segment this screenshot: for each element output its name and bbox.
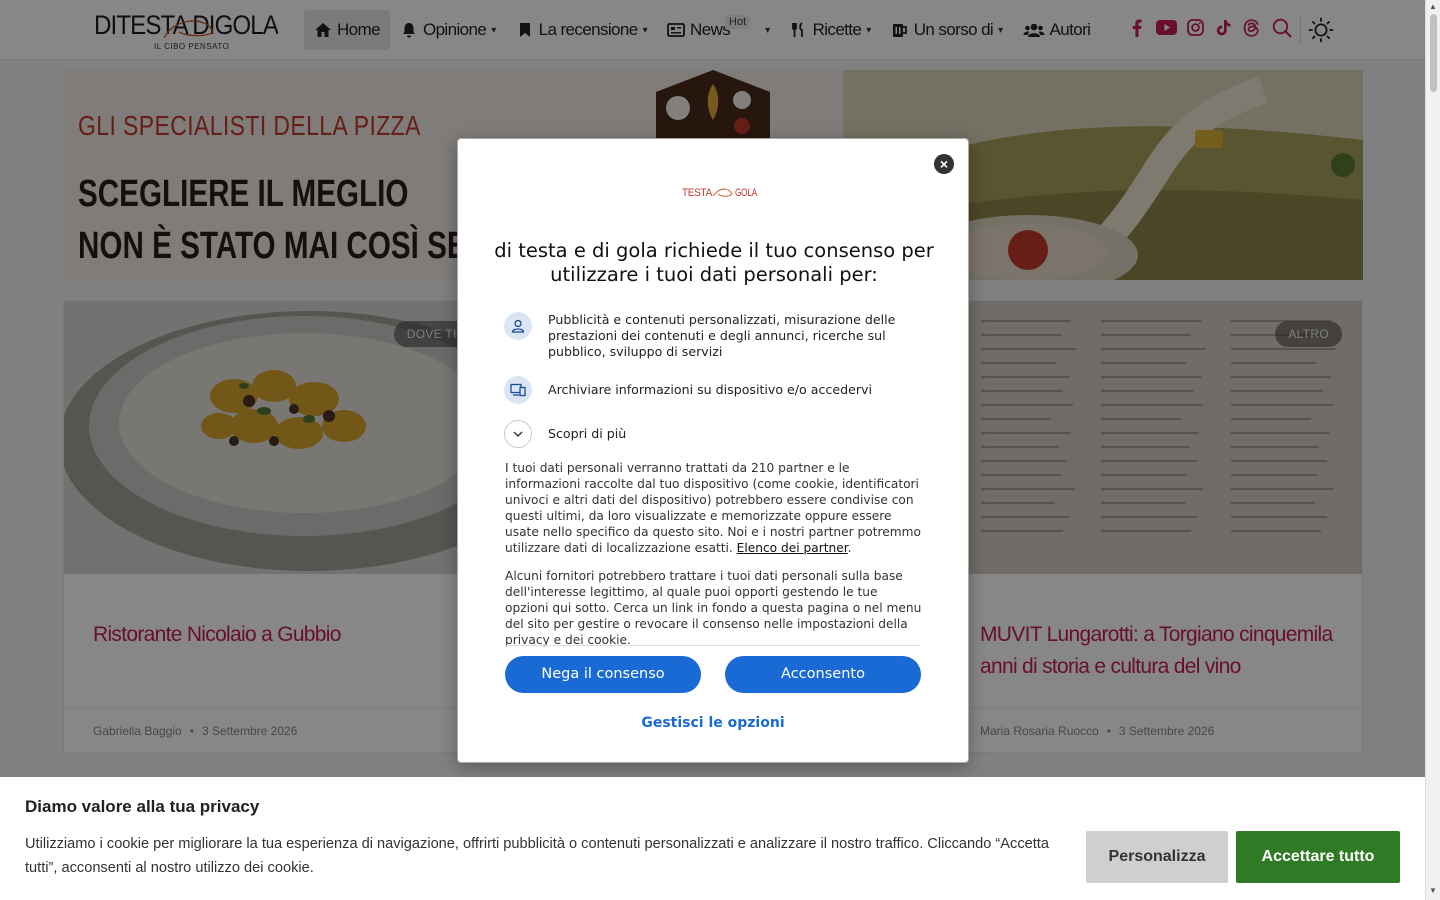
scrollbar-thumb[interactable] xyxy=(1430,14,1437,92)
chevron-down-icon[interactable] xyxy=(504,420,532,448)
partners-list-link[interactable]: Elenco dei partner xyxy=(737,541,848,555)
consent-body-legitimate-interest: Alcuni fornitori potrebbero trattare i t… xyxy=(505,569,922,647)
scroll-up-icon[interactable]: ▲ xyxy=(1429,2,1437,11)
manage-options-link[interactable]: Gestisci le opzioni xyxy=(458,715,968,731)
learn-more-toggle[interactable]: Scopri di più xyxy=(504,420,924,448)
svg-text:TESTA: TESTA xyxy=(682,187,713,199)
deny-consent-button[interactable]: Nega il consenso xyxy=(505,656,701,693)
consent-title: di testa e di gola richiede il tuo conse… xyxy=(494,239,934,286)
purpose-device-storage: Archiviare informazioni su dispositivo e… xyxy=(504,376,924,404)
devices-icon xyxy=(504,376,532,404)
customize-button[interactable]: Personalizza xyxy=(1086,831,1228,883)
svg-text:GOLA: GOLA xyxy=(735,187,758,199)
consent-body-text: I tuoi dati personali verranno trattati … xyxy=(505,461,921,555)
modal-divider xyxy=(505,645,921,646)
user-icon xyxy=(504,312,532,340)
accept-consent-button[interactable]: Acconsento xyxy=(725,656,921,693)
cookie-bar: Diamo valore alla tua privacy Utilizziam… xyxy=(0,777,1425,900)
cookie-bar-text: Utilizziamo i cookie per migliorare la t… xyxy=(25,836,1049,876)
purpose-text: Pubblicità e contenuti personalizzati, m… xyxy=(548,312,896,359)
close-icon[interactable]: × xyxy=(934,154,954,174)
consent-dialog: × TESTA GOLA di testa e di gola richiede… xyxy=(457,138,969,763)
page-scrollbar[interactable]: ▲ ▼ xyxy=(1425,0,1440,900)
accept-all-button[interactable]: Accettare tutto xyxy=(1236,831,1400,883)
consent-logo: TESTA GOLA xyxy=(682,183,758,204)
purpose-personalised-ads: Pubblicità e contenuti personalizzati, m… xyxy=(504,312,924,360)
consent-body-partners: I tuoi dati personali verranno trattati … xyxy=(505,461,921,555)
cookie-bar-title: Diamo valore alla tua privacy xyxy=(25,797,260,816)
purpose-text: Archiviare informazioni su dispositivo e… xyxy=(548,382,872,397)
scroll-down-icon[interactable]: ▼ xyxy=(1429,886,1437,895)
learn-more-label[interactable]: Scopri di più xyxy=(548,426,626,442)
